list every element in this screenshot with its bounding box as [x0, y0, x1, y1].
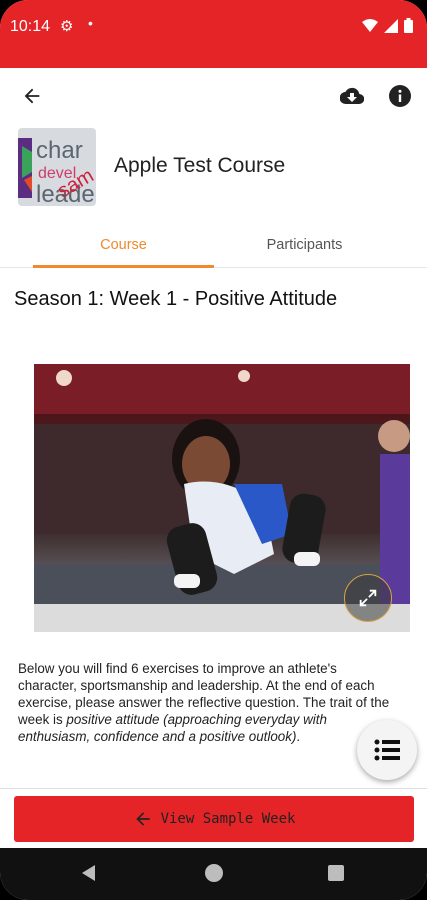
course-logo: char devel leade sam	[18, 128, 96, 206]
bottom-divider	[0, 788, 427, 789]
logo-line-1: char	[36, 137, 83, 164]
nav-home-icon[interactable]	[205, 864, 223, 882]
expand-image-button[interactable]	[344, 574, 392, 622]
view-sample-week-button[interactable]: View Sample Week	[14, 796, 414, 842]
phone-screen: 10:14 ⚙ • char devel leade sam Apple Tes…	[0, 0, 427, 900]
expand-icon	[359, 589, 377, 607]
course-title: Apple Test Course	[114, 154, 286, 177]
nav-back-icon[interactable]	[80, 864, 98, 882]
settings-gear-icon: ⚙	[60, 18, 74, 35]
info-icon	[389, 85, 411, 107]
exercise-list-fab[interactable]	[357, 720, 417, 780]
notification-dot-icon: •	[88, 15, 93, 31]
cloud-download-icon	[340, 87, 364, 105]
status-time: 10:14	[10, 18, 51, 35]
info-button[interactable]	[384, 80, 416, 112]
system-nav-bar	[0, 848, 427, 900]
tab-course[interactable]: Course	[33, 222, 214, 268]
week-description: Below you will find 6 exercises to impro…	[18, 660, 390, 745]
status-icons	[362, 18, 413, 33]
active-tab-indicator	[33, 265, 214, 268]
view-sample-week-label: View Sample Week	[160, 811, 296, 827]
app-bar	[0, 68, 427, 124]
battery-icon	[404, 18, 413, 33]
back-arrow-icon	[24, 88, 40, 104]
tab-participants[interactable]: Participants	[214, 222, 395, 268]
download-button[interactable]	[336, 80, 368, 112]
back-button[interactable]	[16, 80, 48, 112]
week-title: Season 1: Week 1 - Positive Attitude	[14, 288, 338, 310]
arrow-left-icon	[135, 812, 150, 826]
list-icon	[374, 739, 400, 761]
signal-icon	[384, 18, 398, 33]
description-end: .	[296, 729, 301, 744]
nav-recents-icon[interactable]	[328, 865, 344, 881]
status-bar: 10:14 ⚙ •	[0, 0, 427, 68]
wifi-icon	[362, 18, 378, 32]
tab-bar: Course Participants	[0, 222, 427, 268]
